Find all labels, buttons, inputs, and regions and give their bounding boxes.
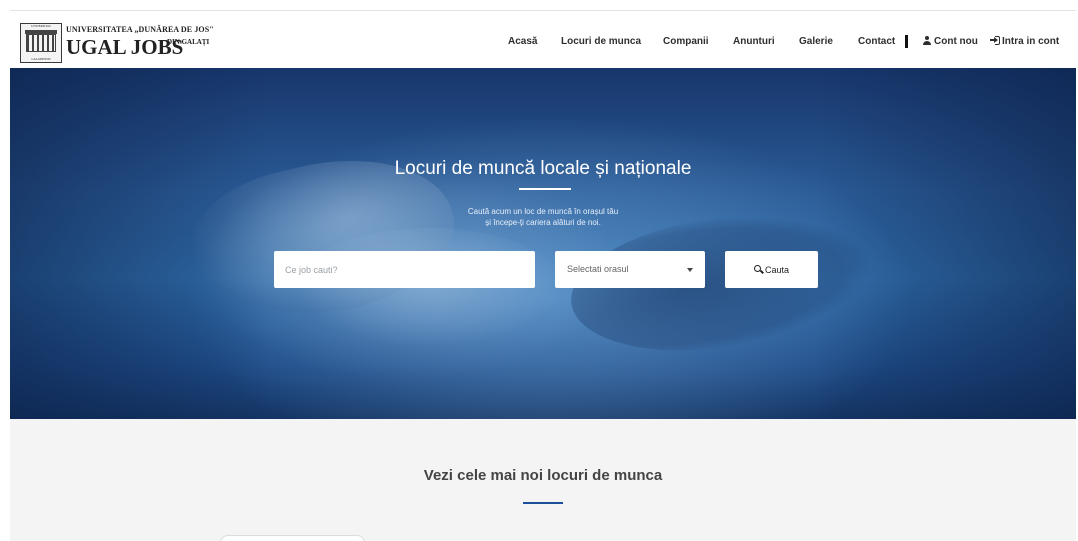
nav-item-contact[interactable]: Contact xyxy=(858,35,895,49)
user-icon xyxy=(923,36,931,45)
register-link[interactable]: Cont nou xyxy=(923,35,978,49)
caret-down-icon xyxy=(687,268,693,272)
login-label: Intra in cont xyxy=(1002,36,1060,47)
hero-subtitle: Caută acum un loc de muncă în orașul tău… xyxy=(10,206,1076,228)
nav-item-acasa[interactable]: Acasă xyxy=(508,35,537,49)
hero-subtitle-line-1: Caută acum un loc de muncă în orașul tău xyxy=(467,207,619,216)
university-name: UNIVERSITATEA „DUNĂREA DE JOS" xyxy=(66,25,214,34)
latest-jobs-section: Vezi cele mai noi locuri de munca xyxy=(10,419,1076,541)
register-label: Cont nou xyxy=(934,36,978,47)
nav-item-galerie[interactable]: Galerie xyxy=(799,35,833,49)
nav-item-locuri-de-munca[interactable]: Locuri de munca xyxy=(561,35,641,49)
main-nav: Acasă Locuri de munca Companii Anunturi … xyxy=(10,35,1076,55)
hero-banner: Locuri de muncă locale și naționale Caut… xyxy=(10,68,1076,419)
search-icon xyxy=(753,264,763,274)
hero-title-underline xyxy=(519,188,571,190)
hero-subtitle-line-2: și începe-ți cariera alături de noi. xyxy=(485,218,601,227)
seal-top-text: UNIVERSITAS xyxy=(31,24,51,28)
nav-item-anunturi[interactable]: Anunturi xyxy=(733,35,775,49)
site-header: UNIVERSITAS GALATIENSIS UNIVERSITATEA „D… xyxy=(10,10,1076,68)
search-button[interactable]: Cauta xyxy=(725,251,818,288)
search-button-label: Cauta xyxy=(764,264,790,275)
hero-title: Locuri de muncă locale și naționale xyxy=(394,158,692,179)
latest-jobs-underline xyxy=(523,502,563,504)
job-search-input[interactable] xyxy=(274,251,535,288)
nav-divider xyxy=(905,35,908,48)
seal-bottom-text: GALATIENSIS xyxy=(31,57,51,61)
sign-in-icon xyxy=(990,36,1000,45)
city-select[interactable]: Selectati orasul xyxy=(555,251,705,288)
nav-item-companii[interactable]: Companii xyxy=(663,35,709,49)
latest-jobs-title: Vezi cele mai noi locuri de munca xyxy=(423,467,663,484)
job-card[interactable] xyxy=(220,535,365,541)
login-link[interactable]: Intra in cont xyxy=(990,35,1059,49)
city-select-value: Selectati orasul xyxy=(567,264,629,274)
